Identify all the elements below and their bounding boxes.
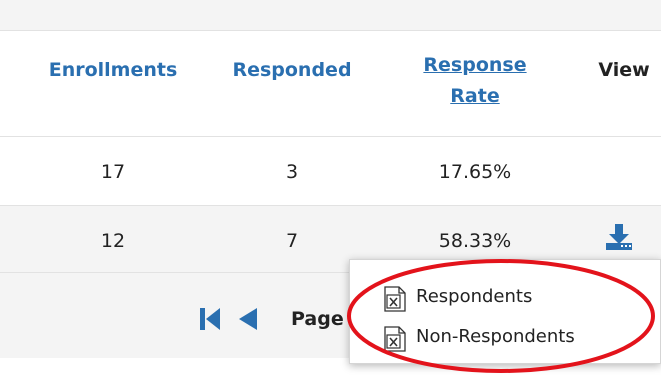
menu-item-label: Non-Respondents — [416, 326, 575, 347]
first-page-icon[interactable] — [199, 307, 221, 331]
menu-item-label: Respondents — [416, 286, 533, 307]
download-icon[interactable] — [604, 223, 634, 251]
column-header-response-rate[interactable]: Response Rate — [415, 50, 535, 112]
excel-file-icon — [384, 286, 406, 312]
excel-file-icon — [384, 326, 406, 352]
response-rate-cell: 17.65% — [438, 161, 512, 183]
enrollments-cell: 17 — [100, 161, 126, 183]
column-header-response-rate-line1[interactable]: Response — [415, 50, 535, 81]
responded-cell: 3 — [285, 161, 299, 183]
table-row: 17 3 17.65% — [0, 137, 661, 205]
table-top-strip — [0, 0, 661, 30]
column-header-enrollments[interactable]: Enrollments — [38, 59, 188, 81]
enrollments-cell: 12 — [100, 230, 126, 252]
download-menu: Respondents Non-Respondents — [349, 259, 661, 364]
table-header-row: Enrollments Responded Response Rate View — [0, 31, 661, 136]
previous-page-icon[interactable] — [236, 307, 258, 331]
responded-cell: 7 — [285, 230, 299, 252]
page-label: Page — [291, 308, 344, 330]
column-header-view: View — [598, 59, 650, 81]
column-header-response-rate-line2[interactable]: Rate — [415, 81, 535, 112]
response-rate-cell: 58.33% — [438, 230, 512, 252]
column-header-responded[interactable]: Responded — [222, 59, 362, 81]
